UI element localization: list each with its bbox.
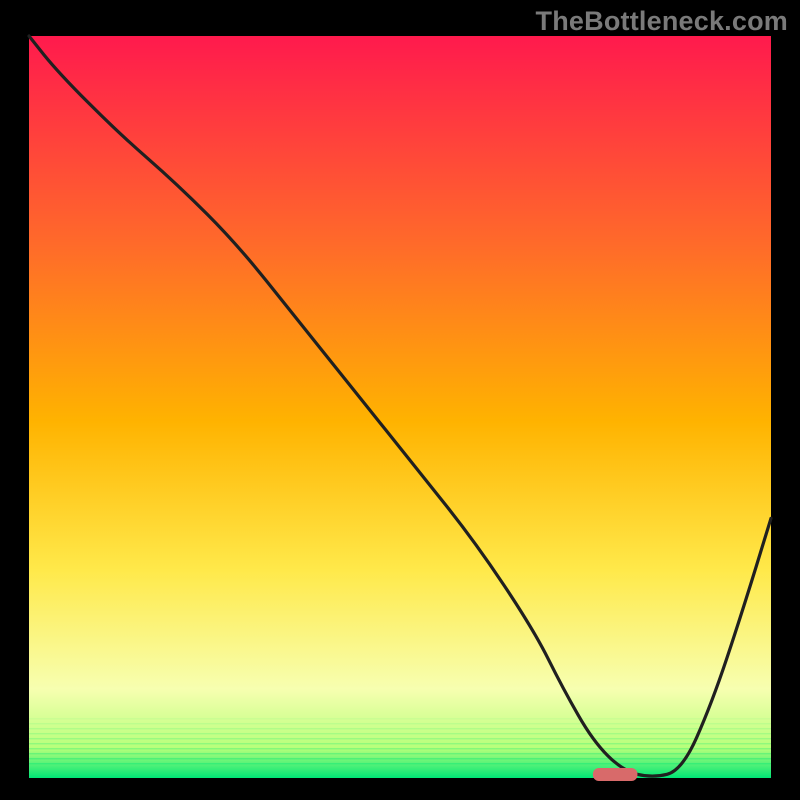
striation-line xyxy=(29,728,771,729)
chart-frame: { "watermark": "TheBottleneck.com", "col… xyxy=(0,0,800,800)
watermark-text: TheBottleneck.com xyxy=(536,6,788,37)
optimal-marker xyxy=(593,768,638,781)
plot-area xyxy=(29,36,771,778)
striation-line xyxy=(29,758,771,759)
striation-line xyxy=(29,733,771,734)
striation-line xyxy=(29,723,771,724)
striation-line xyxy=(29,763,771,764)
striation-line xyxy=(29,718,771,719)
striation-line xyxy=(29,753,771,754)
bottleneck-chart xyxy=(0,0,800,800)
striation-line xyxy=(29,743,771,744)
striation-line xyxy=(29,738,771,739)
striation-line xyxy=(29,748,771,749)
